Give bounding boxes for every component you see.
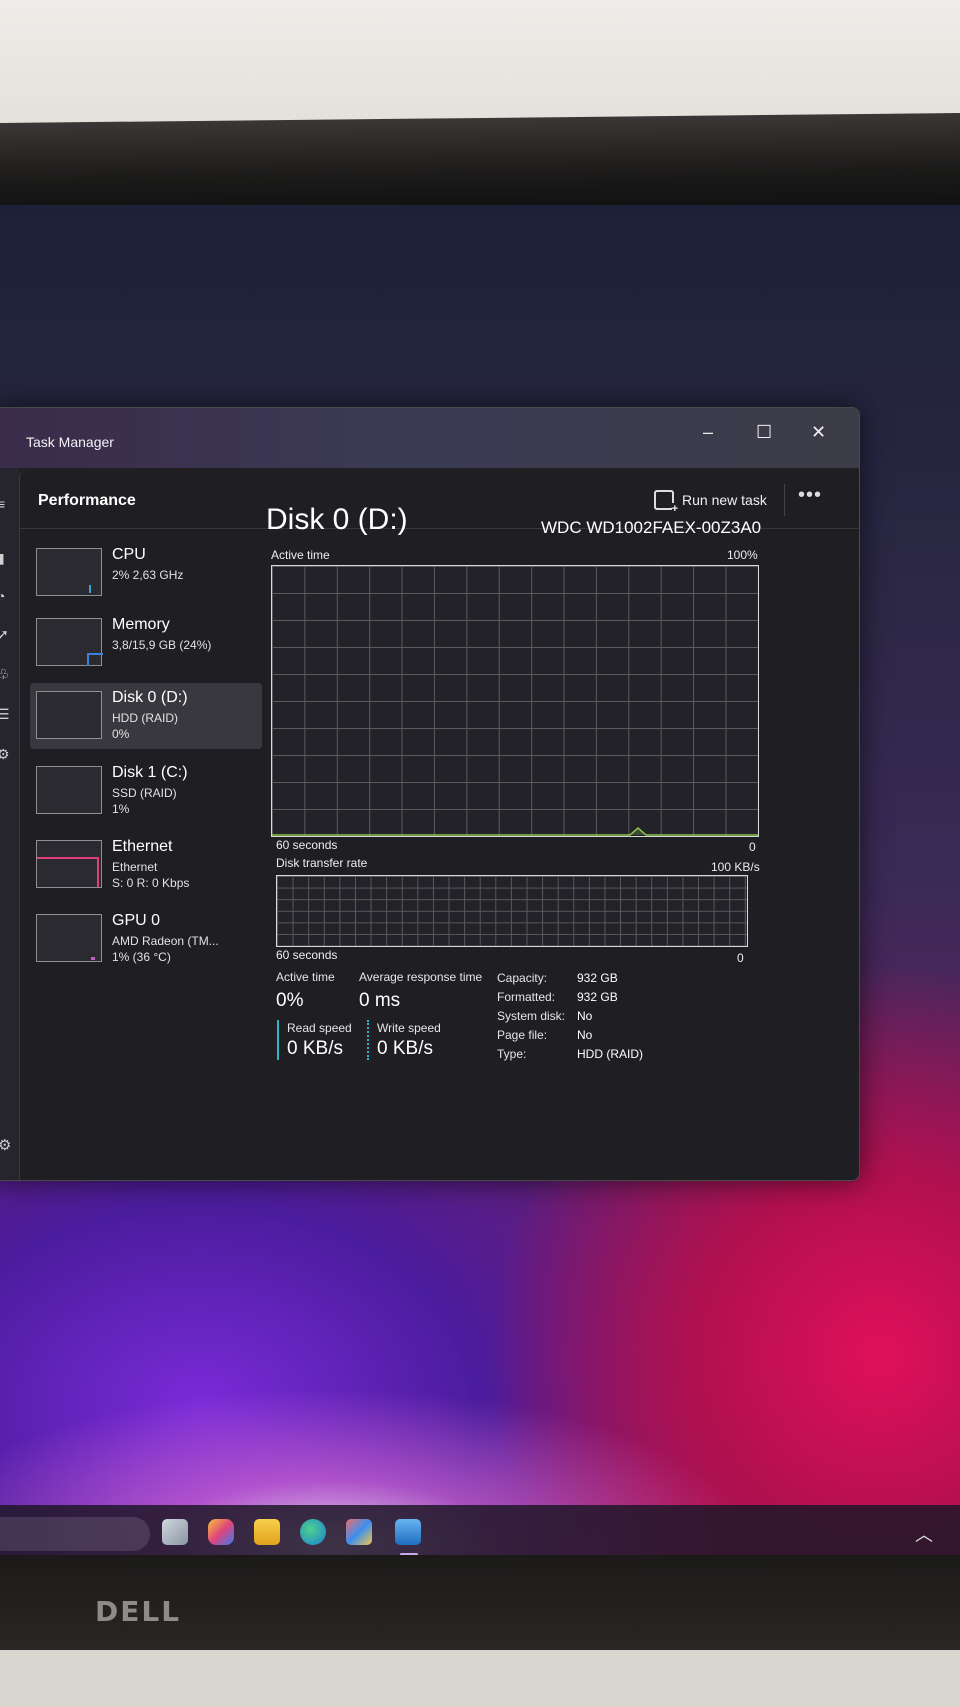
app-history-icon[interactable]: ◔ (0, 588, 5, 604)
details-icon[interactable]: ☰ (0, 706, 10, 723)
minimize-button[interactable]: – (703, 422, 713, 443)
active-time-graph-min: 0 (749, 840, 756, 854)
disk-title: Disk 0 (D:) (266, 503, 408, 536)
active-time-graph (271, 565, 759, 837)
transfer-rate-graph (276, 875, 748, 947)
more-options-button[interactable]: ••• (798, 484, 822, 507)
sidebar-item-name: Disk 0 (D:) (112, 689, 188, 706)
active-time-stat-value: 0% (276, 990, 304, 1011)
sidebar-item-sub: 3,8/15,9 GB (24%) (112, 638, 212, 652)
active-time-stat-label: Active time (276, 970, 335, 984)
avg-response-stat-label: Average response time (359, 970, 483, 984)
sidebar-item-sub2: 1% (36 °C) (112, 950, 171, 964)
sidebar-item-cpu[interactable]: CPU 2% 2,63 GHz (30, 540, 262, 606)
active-time-graph-max: 100% (727, 548, 758, 562)
ethernet-thumbnail (36, 840, 102, 888)
sidebar-item-name: CPU (112, 546, 146, 563)
transfer-graph-min: 0 (737, 951, 744, 965)
monitor-brand-logo: DELL (95, 1595, 182, 1628)
wall-background (0, 0, 960, 130)
read-speed-label: Read speed (287, 1021, 352, 1035)
microsoft-store-icon[interactable] (346, 1519, 372, 1545)
sidebar-item-sub2: 0% (112, 727, 130, 741)
formatted-key: Formatted: (497, 990, 556, 1004)
edge-browser-icon[interactable] (300, 1519, 326, 1545)
run-new-task-button[interactable]: Run new task (654, 490, 767, 515)
disk-0-thumbnail (36, 691, 102, 739)
window-title: Task Manager (26, 434, 114, 450)
nav-rail: ≡ ▮ ◔ ➚ ♧ ☰ ⚙ ⚙ (0, 468, 19, 1180)
settings-icon[interactable]: ⚙ (0, 1136, 11, 1154)
file-explorer-icon[interactable] (254, 1519, 280, 1545)
transfer-graph-max: 100 KB/s (711, 860, 760, 874)
active-time-graph-span: 60 seconds (276, 838, 338, 852)
close-button[interactable]: ✕ (811, 422, 826, 443)
type-value: HDD (RAID) (577, 1047, 643, 1061)
gpu-0-thumbnail (36, 914, 102, 962)
sidebar-item-name: GPU 0 (112, 912, 161, 929)
system-disk-value: No (577, 1009, 593, 1023)
write-speed-label: Write speed (377, 1021, 441, 1035)
capacity-value: 932 GB (577, 971, 618, 985)
capacity-key: Capacity: (497, 971, 548, 985)
sidebar-item-sub2: S: 0 R: 0 Kbps (112, 876, 190, 890)
transfer-graph-span: 60 seconds (276, 948, 338, 962)
write-speed-indicator (367, 1020, 369, 1060)
sidebar-item-disk-1[interactable]: Disk 1 (C:) SSD (RAID) 1% (30, 758, 262, 824)
formatted-value: 932 GB (577, 990, 618, 1004)
page-file-key: Page file: (497, 1028, 548, 1042)
sidebar-item-ethernet[interactable]: Ethernet Ethernet S: 0 R: 0 Kbps (30, 832, 262, 898)
page-title: Performance (38, 492, 136, 509)
desk-surface (0, 1650, 960, 1707)
sidebar-item-name: Memory (112, 616, 170, 633)
memory-thumbnail (36, 618, 103, 666)
task-view-icon[interactable] (162, 1519, 188, 1545)
read-speed-value: 0 KB/s (287, 1038, 343, 1059)
maximize-button[interactable]: ☐ (756, 422, 772, 443)
write-speed-value: 0 KB/s (377, 1038, 433, 1059)
monitor-bezel-top (0, 112, 960, 216)
sidebar-item-name: Disk 1 (C:) (112, 764, 188, 781)
sidebar-item-gpu-0[interactable]: GPU 0 AMD Radeon (TM... 1% (36 °C) (30, 906, 262, 972)
active-time-series-line (272, 827, 758, 836)
sidebar-item-sub: SSD (RAID) (112, 786, 177, 800)
sidebar-item-sub: AMD Radeon (TM... (112, 934, 219, 948)
taskbar-search-box[interactable] (0, 1517, 150, 1551)
transfer-graph-label: Disk transfer rate (276, 856, 368, 870)
disk-1-thumbnail (36, 766, 102, 814)
disk-model: WDC WD1002FAEX-00Z3A0 (541, 518, 762, 537)
system-disk-key: System disk: (497, 1009, 566, 1023)
title-bar[interactable]: Task Manager – ☐ ✕ (0, 408, 859, 468)
chevron-up-icon[interactable]: ︿ (915, 1521, 933, 1547)
sidebar-item-name: Ethernet (112, 838, 173, 855)
performance-icon[interactable]: ▮ (0, 550, 5, 567)
task-manager-taskbar-icon[interactable] (395, 1519, 421, 1545)
sidebar-item-sub: Ethernet (112, 860, 158, 874)
cpu-thumbnail (36, 548, 102, 596)
run-new-task-label: Run new task (682, 492, 767, 508)
sidebar-item-memory[interactable]: Memory 3,8/15,9 GB (24%) (30, 610, 262, 676)
sidebar-item-disk-0[interactable]: Disk 0 (D:) HDD (RAID) 0% (30, 683, 262, 749)
sidebar-item-sub: 2% 2,63 GHz (112, 568, 184, 582)
run-task-icon (654, 490, 678, 515)
active-time-graph-label: Active time (271, 548, 330, 562)
page-file-value: No (577, 1028, 593, 1042)
sidebar-item-sub: HDD (RAID) (112, 711, 178, 725)
header-divider (784, 484, 785, 516)
processes-icon[interactable]: ≡ (0, 496, 5, 512)
services-icon[interactable]: ⚙ (0, 746, 10, 763)
startup-apps-icon[interactable]: ➚ (0, 626, 9, 643)
task-manager-window: Task Manager – ☐ ✕ ≡ ▮ ◔ ➚ ♧ ☰ ⚙ ⚙ Perfo… (0, 407, 860, 1181)
sidebar-item-sub2: 1% (112, 802, 130, 816)
type-key: Type: (497, 1047, 527, 1061)
read-speed-indicator (277, 1020, 279, 1060)
users-icon[interactable]: ♧ (0, 666, 10, 683)
avg-response-stat-value: 0 ms (359, 990, 401, 1011)
copilot-icon[interactable] (208, 1519, 234, 1545)
